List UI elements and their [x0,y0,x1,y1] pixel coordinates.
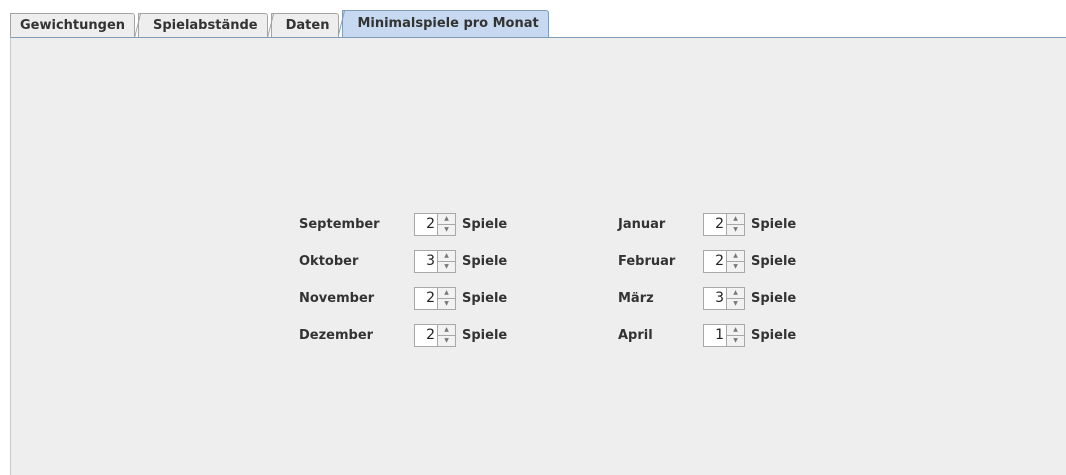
unit-label: Spiele [751,290,797,306]
arrow-down-icon[interactable]: ▼ [727,299,744,309]
unit-label: Spiele [751,253,797,269]
tab-label: Daten [285,18,330,33]
month-row-oktober: Oktober 3 ▲ ▼ Spiele [299,248,507,274]
tab-label: Minimalspiele pro Monat [357,16,539,31]
month-label: November [299,290,375,306]
spinner-buttons: ▲ ▼ [437,250,455,272]
month-label: Oktober [299,253,359,269]
month-label: September [299,216,380,232]
arrow-up-icon[interactable]: ▲ [438,214,455,225]
tab-minimalspiele-pro-monat[interactable]: Minimalspiele pro Monat [342,10,549,37]
arrow-down-icon[interactable]: ▼ [727,262,744,272]
arrow-up-icon[interactable]: ▲ [727,251,744,262]
spinner-value[interactable]: 2 [704,250,726,272]
games-spinner[interactable]: 2 ▲ ▼ [414,323,456,347]
spinner-buttons: ▲ ▼ [437,287,455,309]
window: Gewichtungen Spielabstände Daten Minimal… [0,0,1066,475]
tab-daten[interactable]: Daten [270,13,340,37]
spinner-value[interactable]: 2 [415,287,437,309]
month-row-maerz: März 3 ▲ ▼ Spiele [618,285,796,311]
tab-strip: Gewichtungen Spielabstände Daten Minimal… [10,10,552,37]
arrow-down-icon[interactable]: ▼ [727,336,744,346]
games-spinner[interactable]: 1 ▲ ▼ [703,323,745,347]
month-label: Dezember [299,327,374,343]
spinner-buttons: ▲ ▼ [437,213,455,235]
tab-label: Spielabstände [153,18,258,33]
tab-spielabstaende[interactable]: Spielabstände [138,13,268,37]
spinner-value[interactable]: 3 [415,250,437,272]
spinner-value[interactable]: 1 [704,324,726,346]
unit-label: Spiele [751,216,797,232]
spinner-buttons: ▲ ▼ [726,250,744,272]
unit-label: Spiele [462,253,508,269]
month-row-januar: Januar 2 ▲ ▼ Spiele [618,211,796,237]
unit-label: Spiele [462,290,508,306]
tab-gewichtungen[interactable]: Gewichtungen [10,13,136,37]
month-label: März [618,290,654,306]
month-row-november: November 2 ▲ ▼ Spiele [299,285,507,311]
spinner-buttons: ▲ ▼ [437,324,455,346]
unit-label: Spiele [751,327,797,343]
tab-label: Gewichtungen [20,18,126,33]
month-row-april: April 1 ▲ ▼ Spiele [618,322,796,348]
tab-content-panel: September 2 ▲ ▼ Spiele Oktober 3 ▲ ▼ Spi… [10,37,1066,475]
month-label: April [618,327,653,343]
arrow-down-icon[interactable]: ▼ [727,225,744,235]
games-spinner[interactable]: 3 ▲ ▼ [414,249,456,273]
spinner-buttons: ▲ ▼ [726,213,744,235]
games-spinner[interactable]: 2 ▲ ▼ [414,286,456,310]
unit-label: Spiele [462,327,508,343]
spinner-value[interactable]: 3 [704,287,726,309]
month-label: Januar [618,216,666,232]
unit-label: Spiele [462,216,508,232]
arrow-up-icon[interactable]: ▲ [727,325,744,336]
month-row-dezember: Dezember 2 ▲ ▼ Spiele [299,322,507,348]
spinner-value[interactable]: 2 [704,213,726,235]
arrow-up-icon[interactable]: ▲ [727,214,744,225]
arrow-down-icon[interactable]: ▼ [438,262,455,272]
arrow-up-icon[interactable]: ▲ [438,251,455,262]
spinner-buttons: ▲ ▼ [726,287,744,309]
arrow-up-icon[interactable]: ▲ [438,325,455,336]
spinner-value[interactable]: 2 [415,324,437,346]
spinner-value[interactable]: 2 [415,213,437,235]
games-spinner[interactable]: 3 ▲ ▼ [703,286,745,310]
arrow-down-icon[interactable]: ▼ [438,336,455,346]
arrow-down-icon[interactable]: ▼ [438,225,455,235]
month-row-februar: Februar 2 ▲ ▼ Spiele [618,248,796,274]
games-spinner[interactable]: 2 ▲ ▼ [414,212,456,236]
games-spinner[interactable]: 2 ▲ ▼ [703,249,745,273]
arrow-up-icon[interactable]: ▲ [438,288,455,299]
spinner-buttons: ▲ ▼ [726,324,744,346]
arrow-up-icon[interactable]: ▲ [727,288,744,299]
games-spinner[interactable]: 2 ▲ ▼ [703,212,745,236]
month-row-september: September 2 ▲ ▼ Spiele [299,211,507,237]
arrow-down-icon[interactable]: ▼ [438,299,455,309]
month-label: Februar [618,253,676,269]
